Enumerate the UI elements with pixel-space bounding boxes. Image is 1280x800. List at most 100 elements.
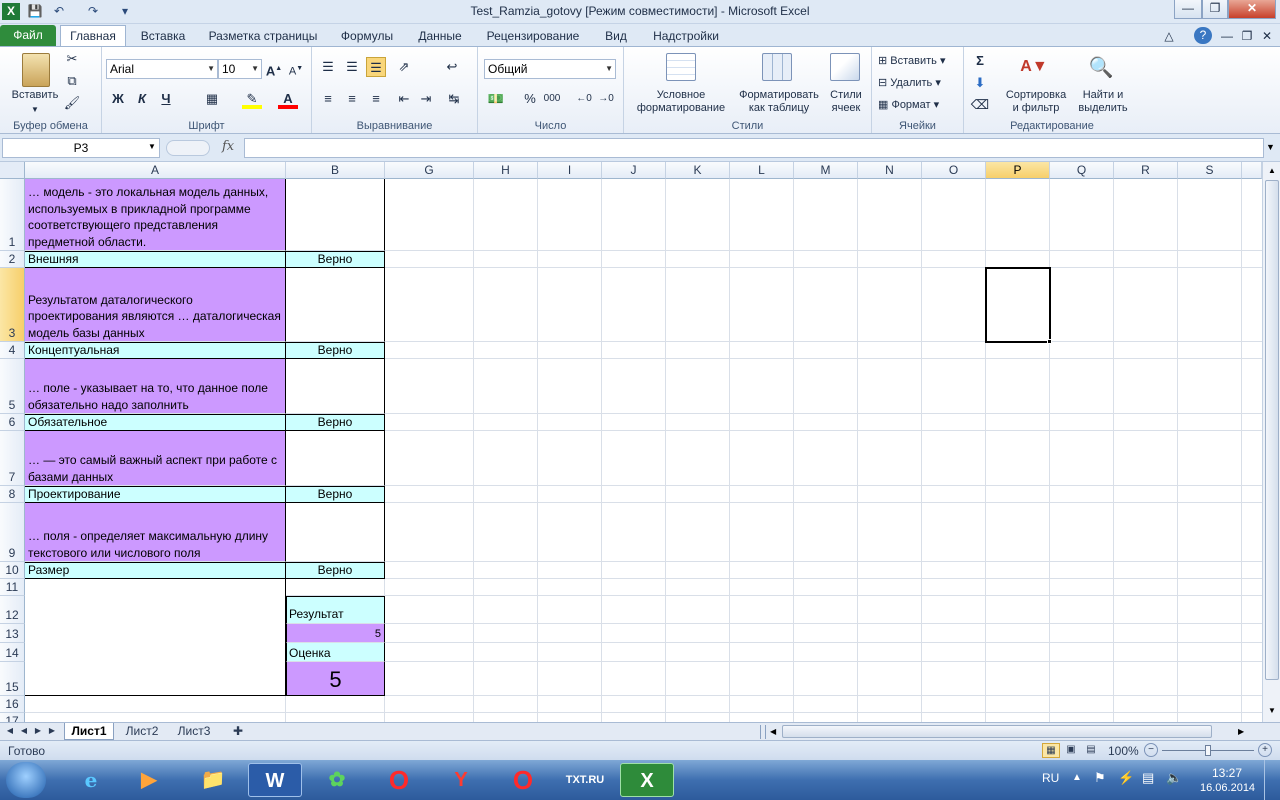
align-bottom-icon[interactable]: ☰ [366, 57, 386, 77]
expand-formula-bar-icon[interactable]: ▼ [1266, 142, 1275, 152]
number-format-combo[interactable]: Общий ▼ [484, 59, 616, 79]
select-all-button[interactable] [0, 162, 25, 179]
cut-icon[interactable]: ✂ [62, 49, 82, 69]
sheet-tab-3[interactable]: Лист3 [170, 723, 218, 740]
column-header-h[interactable]: H [474, 162, 538, 179]
row-header-10[interactable]: 10 [0, 562, 25, 579]
row-header-7[interactable]: 7 [0, 431, 25, 486]
row-header-6[interactable]: 6 [0, 414, 25, 431]
cell-a5[interactable]: … поле - указывает на то, что данное пол… [25, 359, 286, 414]
sort-filter-button[interactable]: Сортировка и фильтр [1000, 89, 1072, 115]
row-header-2[interactable]: 2 [0, 251, 25, 268]
column-header-j[interactable]: J [602, 162, 666, 179]
cell-b10[interactable]: Верно [286, 562, 385, 579]
close-button[interactable]: ✕ [1228, 0, 1276, 19]
currency-icon[interactable]: 💵 [486, 89, 506, 109]
cell-b17[interactable] [286, 713, 385, 722]
tab-page-layout[interactable]: Разметка страницы [204, 27, 322, 46]
volume-icon[interactable]: 🔈 [1166, 770, 1182, 786]
cell-a1[interactable]: … модель - это локальная модель данных, … [25, 179, 286, 251]
autosum-icon[interactable]: Σ [970, 51, 990, 71]
media-player-icon[interactable]: ▶ [122, 763, 176, 797]
column-header-n[interactable]: N [858, 162, 922, 179]
zoom-in-icon[interactable]: + [1258, 743, 1272, 757]
tab-insert[interactable]: Вставка [134, 27, 192, 46]
formula-bar-expander[interactable] [166, 140, 210, 156]
start-button[interactable] [6, 762, 46, 798]
row-header-9[interactable]: 9 [0, 503, 25, 562]
cell-a11-a15-merged[interactable] [25, 579, 286, 696]
column-header-g[interactable]: G [385, 162, 474, 179]
delete-cells-button[interactable]: ⊟ Удалить ▾ [878, 77, 962, 90]
merge-center-icon[interactable]: ↹ [444, 89, 464, 109]
zoom-level[interactable]: 100% [1108, 742, 1139, 760]
align-right-icon[interactable]: ≡ [366, 89, 386, 109]
cell-b5[interactable] [286, 359, 385, 414]
cell-a3[interactable]: Результатом даталогического проектирован… [25, 268, 286, 342]
column-header-q[interactable]: Q [1050, 162, 1114, 179]
cell-a10[interactable]: Размер [25, 562, 286, 579]
cell-b14[interactable]: Оценка [286, 643, 385, 662]
clear-icon[interactable]: ⌫ [970, 95, 990, 115]
sheet-tab-2[interactable]: Лист2 [118, 723, 166, 740]
insert-sheet-icon[interactable]: ✚ [226, 723, 250, 740]
next-sheet-icon[interactable]: ▶ [32, 723, 44, 740]
clock-time[interactable]: 13:27 [1212, 766, 1242, 780]
align-center-icon[interactable]: ≡ [342, 89, 362, 109]
increase-decimal-icon[interactable]: ←0 [574, 89, 594, 109]
doc-restore-icon[interactable]: ❐ [1238, 27, 1256, 46]
help-icon[interactable]: ? [1194, 27, 1212, 44]
paste-dropdown-icon[interactable]: ▼ [26, 103, 44, 116]
percent-button[interactable]: % [520, 89, 540, 109]
row-header-15[interactable]: 15 [0, 662, 25, 696]
scroll-down-icon[interactable]: ▼ [1265, 704, 1279, 718]
opera-icon[interactable]: O [372, 763, 426, 797]
page-break-view-icon[interactable]: ▤ [1082, 743, 1100, 758]
row-header-16[interactable]: 16 [0, 696, 25, 713]
row-header-17[interactable]: 17 [0, 713, 25, 722]
scroll-up-icon[interactable]: ▲ [1265, 164, 1279, 178]
vertical-scrollbar[interactable]: ▲ ▼ [1262, 162, 1280, 722]
underline-button[interactable]: Ч [156, 89, 176, 109]
chevron-down-icon[interactable]: ▼ [148, 142, 156, 151]
cell-a4[interactable]: Концептуальная [25, 342, 286, 359]
first-sheet-icon[interactable]: ◀ [4, 723, 16, 740]
wrap-text-icon[interactable]: ↩ [442, 57, 462, 77]
minimize-button[interactable]: — [1174, 0, 1202, 19]
restore-button[interactable]: ❐ [1202, 0, 1228, 19]
column-header-l[interactable]: L [730, 162, 794, 179]
row-header-4[interactable]: 4 [0, 342, 25, 359]
align-middle-icon[interactable]: ☰ [342, 57, 362, 77]
shrink-font-icon[interactable]: A▼ [286, 59, 306, 79]
row-header-12[interactable]: 12 [0, 596, 25, 624]
cell-b11[interactable] [286, 579, 385, 596]
column-header-o[interactable]: O [922, 162, 986, 179]
excel-taskbar-icon[interactable]: X [620, 763, 674, 797]
row-header-5[interactable]: 5 [0, 359, 25, 414]
format-as-table-button[interactable]: Форматировать как таблицу [734, 89, 824, 115]
row-header-11[interactable]: 11 [0, 579, 25, 596]
column-header-r[interactable]: R [1114, 162, 1178, 179]
fill-icon[interactable]: ⬇ [970, 73, 990, 93]
comma-style-button[interactable]: 000 [542, 89, 562, 109]
italic-button[interactable]: К [132, 89, 152, 109]
format-cells-button[interactable]: ▦ Формат ▾ [878, 99, 962, 112]
grow-font-icon[interactable]: A▲ [264, 59, 284, 79]
scroll-right-icon[interactable]: ▶ [1238, 725, 1248, 739]
flag-icon[interactable]: ⚑ [1094, 770, 1106, 786]
cell-a2[interactable]: Внешняя [25, 251, 286, 268]
align-left-icon[interactable]: ≡ [318, 89, 338, 109]
cell-a7[interactable]: … — это самый важный аспект при работе с… [25, 431, 286, 486]
doc-minimize-icon[interactable]: — [1218, 27, 1236, 46]
tab-home[interactable]: Главная [60, 25, 126, 47]
fill-color-icon[interactable]: ✎ [242, 89, 262, 109]
column-header-k[interactable]: K [666, 162, 730, 179]
cell-b2[interactable]: Верно [286, 251, 385, 268]
sheet-tab-1[interactable]: Лист1 [64, 723, 114, 740]
zoom-slider-thumb[interactable] [1205, 745, 1211, 756]
row-header-8[interactable]: 8 [0, 486, 25, 503]
row-header-13[interactable]: 13 [0, 624, 25, 643]
font-size-combo[interactable]: 10 ▼ [218, 59, 262, 79]
language-indicator[interactable]: RU [1042, 771, 1059, 785]
cell-a16[interactable] [25, 696, 286, 713]
